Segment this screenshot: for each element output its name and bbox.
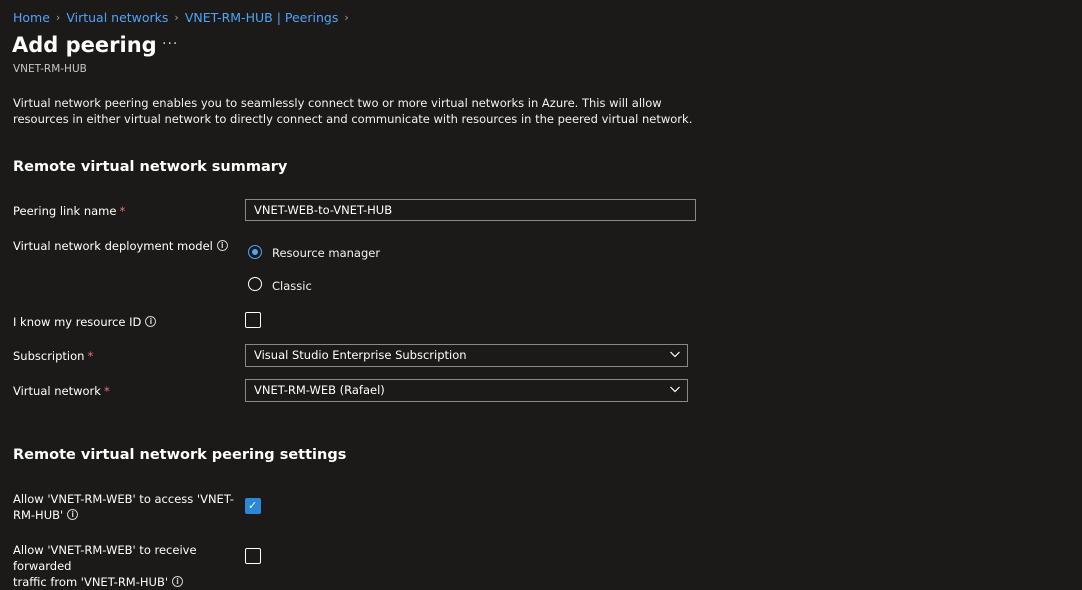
- virtual-network-select-value: VNET-RM-WEB (Rafael): [254, 383, 385, 397]
- checkmark-icon: ✓: [248, 499, 258, 512]
- allow-forwarded-label-line2: traffic from 'VNET-RM-HUB': [13, 575, 168, 589]
- allow-forwarded-label: Allow 'VNET-RM-WEB' to receive forwarded…: [13, 542, 253, 590]
- subscription-select[interactable]: Visual Studio Enterprise Subscription: [245, 344, 688, 367]
- info-icon[interactable]: i: [67, 509, 79, 520]
- more-icon[interactable]: ···: [162, 36, 178, 52]
- allow-forwarded-label-line1: Allow 'VNET-RM-WEB' to receive forwarded: [13, 543, 197, 573]
- info-icon[interactable]: i: [172, 576, 183, 587]
- subscription-label-text: Subscription: [13, 349, 85, 363]
- allow-access-label-line2-wrap: RM-HUB' i: [13, 507, 243, 523]
- subscription-select-value: Visual Studio Enterprise Subscription: [254, 348, 467, 362]
- peering-link-name-label: Peering link name *: [13, 203, 125, 219]
- breadcrumb-chevron-icon: ›: [55, 10, 61, 24]
- resource-manager-radio[interactable]: [248, 245, 262, 259]
- page-title: Add peering: [12, 33, 157, 57]
- allow-forwarded-label-line2-wrap: traffic from 'VNET-RM-HUB' i: [13, 574, 253, 590]
- breadcrumb: Home › Virtual networks › VNET-RM-HUB | …: [13, 8, 355, 26]
- required-marker: *: [119, 204, 126, 218]
- classic-radio[interactable]: [248, 277, 262, 291]
- know-resource-id-checkbox[interactable]: [245, 312, 261, 328]
- breadcrumb-virtual-networks-link[interactable]: Virtual networks: [66, 10, 168, 25]
- subscription-label: Subscription *: [13, 348, 93, 364]
- page-description: Virtual network peering enables you to s…: [13, 96, 693, 126]
- page-subtitle: VNET-RM-HUB: [13, 63, 87, 75]
- required-marker: *: [87, 349, 94, 363]
- virtual-network-label-text: Virtual network: [13, 384, 101, 398]
- know-resource-id-label-text: I know my resource ID: [13, 315, 142, 329]
- peering-link-name-input[interactable]: [245, 199, 696, 221]
- allow-access-label: Allow 'VNET-RM-WEB' to access 'VNET- RM-…: [13, 491, 243, 523]
- classic-radio-label[interactable]: Classic: [272, 279, 312, 293]
- info-icon[interactable]: i: [145, 316, 157, 327]
- know-resource-id-label: I know my resource ID i: [13, 314, 157, 330]
- allow-access-checkbox[interactable]: ✓: [245, 498, 261, 514]
- virtual-network-select[interactable]: VNET-RM-WEB (Rafael): [245, 379, 688, 402]
- deployment-model-label-text: Virtual network deployment model: [13, 239, 213, 253]
- deployment-model-label: Virtual network deployment model i: [13, 238, 228, 254]
- breadcrumb-chevron-icon: ›: [344, 10, 349, 24]
- virtual-network-label: Virtual network *: [13, 383, 110, 399]
- breadcrumb-peerings-link[interactable]: VNET-RM-HUB | Peerings: [185, 10, 339, 25]
- peering-settings-heading: Remote virtual network peering settings: [13, 447, 347, 463]
- resource-manager-radio-label[interactable]: Resource manager: [272, 246, 380, 260]
- allow-access-label-line2: RM-HUB': [13, 508, 64, 522]
- breadcrumb-home-link[interactable]: Home: [13, 10, 50, 25]
- peering-link-name-label-text: Peering link name: [13, 204, 117, 218]
- allow-access-label-line1: Allow 'VNET-RM-WEB' to access 'VNET-: [13, 492, 234, 506]
- breadcrumb-chevron-icon: ›: [174, 10, 179, 24]
- chevron-down-icon: [670, 386, 680, 393]
- required-marker: *: [103, 384, 110, 398]
- allow-forwarded-checkbox[interactable]: [245, 548, 261, 564]
- chevron-down-icon: [670, 351, 680, 358]
- remote-summary-heading: Remote virtual network summary: [13, 159, 288, 175]
- info-icon[interactable]: i: [216, 240, 228, 251]
